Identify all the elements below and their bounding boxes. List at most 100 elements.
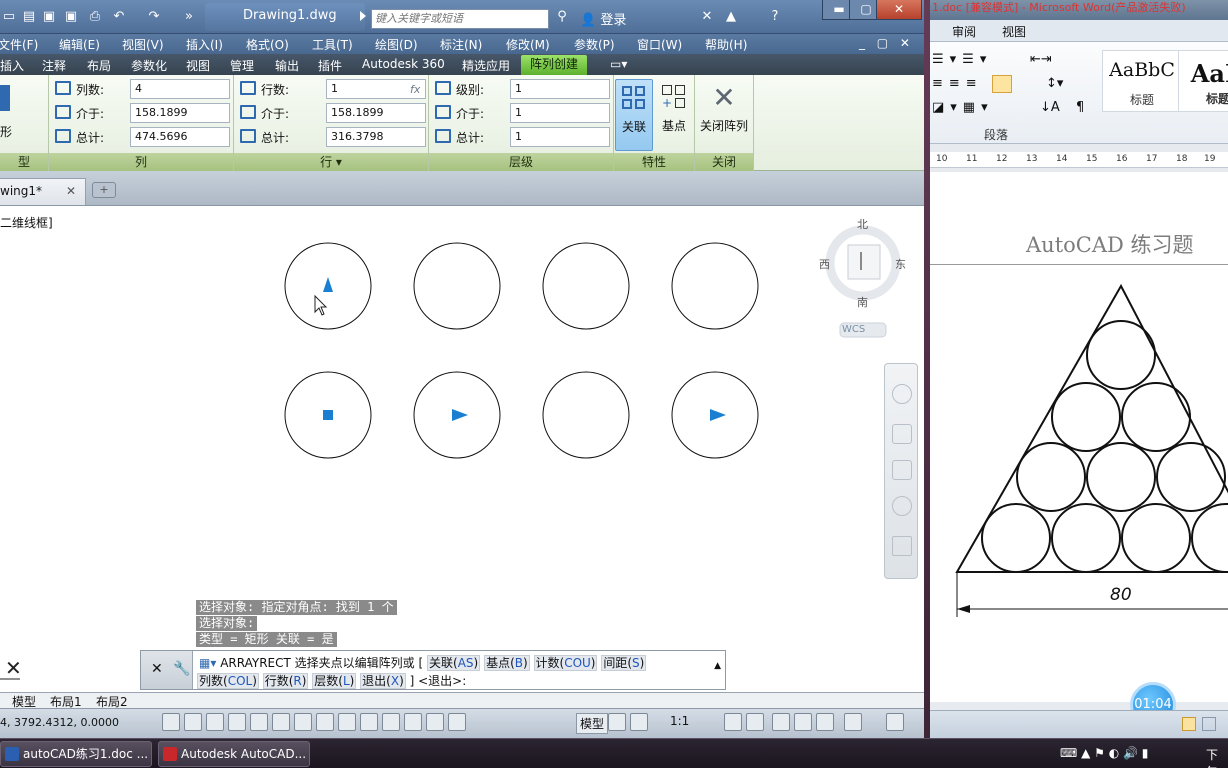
zoom-extents-icon[interactable] <box>892 460 912 480</box>
close-button[interactable]: ✕ <box>876 0 922 20</box>
horizontal-ruler[interactable]: 10 11 12 13 14 15 16 17 18 19 <box>930 152 1228 168</box>
open-icon[interactable]: ▤ <box>20 8 38 26</box>
system-tray-icons[interactable]: ⌨ ▲ ⚑ ◐ 🔊 ▮ <box>1060 746 1148 760</box>
row-grip-arrow[interactable] <box>323 277 333 292</box>
quick-properties-icon[interactable] <box>426 713 444 731</box>
model-space-toggle[interactable]: 模型 <box>576 713 609 734</box>
login-button[interactable]: 👤 登录 <box>580 9 626 28</box>
tab-manage[interactable]: 管理 <box>230 57 254 74</box>
viewcube-south[interactable]: 南 <box>857 294 868 310</box>
tab-autodesk-360[interactable]: Autodesk 360 <box>362 57 445 71</box>
viewcube-west[interactable]: 西 <box>819 256 830 272</box>
ribbon-options-icon[interactable]: ▭▾ <box>610 57 627 71</box>
annotation-scale[interactable]: 1:1 <box>670 714 689 728</box>
object-snap-tracking-icon[interactable] <box>316 713 334 731</box>
workspace-switching-icon[interactable] <box>772 713 790 731</box>
option-levels[interactable]: 层数(L) <box>312 673 357 689</box>
menu-dimension[interactable]: 标注(N) <box>440 36 482 53</box>
3d-osnap-icon[interactable] <box>294 713 312 731</box>
quick-view-drawings-icon[interactable] <box>630 713 648 731</box>
option-exit[interactable]: 退出(X) <box>360 673 406 689</box>
word-tab-review[interactable]: 审阅 <box>952 23 976 40</box>
option-count[interactable]: 计数(COU) <box>533 655 598 671</box>
close-tab-icon[interactable]: ✕ <box>66 179 76 204</box>
menu-window[interactable]: 窗口(W) <box>637 36 682 53</box>
new-tab-button[interactable]: + <box>92 182 116 198</box>
command-line[interactable]: ✕ 🔧 ▦▾ ARRAYRECT 选择夹点以编辑阵列或 [ 关联(AS) 基点(… <box>140 650 726 690</box>
rows-total-input[interactable]: 316.3798 <box>326 127 426 147</box>
sort-icon[interactable]: ↓A <box>1040 100 1060 115</box>
option-associative[interactable]: 关联(AS) <box>427 655 481 671</box>
rows-between-input[interactable]: 158.1899 <box>326 103 426 123</box>
base-grip-square[interactable] <box>323 410 333 420</box>
tab-annotate[interactable]: 注释 <box>42 57 66 74</box>
menu-file[interactable]: 文件(F) <box>0 36 38 53</box>
menu-format[interactable]: 格式(O) <box>246 36 289 53</box>
style-heading-1[interactable]: AaBbC 标题 <box>1102 50 1182 112</box>
object-snap-icon[interactable] <box>272 713 290 731</box>
print-icon[interactable]: ⎙ <box>86 8 104 26</box>
levels-count-input[interactable]: 1 <box>510 79 610 99</box>
auto-scale-icon[interactable] <box>746 713 764 731</box>
array-circle[interactable] <box>413 242 501 330</box>
viewport-style-label[interactable]: 二维线框] <box>0 214 53 231</box>
viewcube-north[interactable]: 北 <box>857 216 868 232</box>
menu-insert[interactable]: 插入(I) <box>186 36 223 53</box>
document-page[interactable]: AutoCAD 练习题 80 <box>930 172 1228 702</box>
shading-buttons[interactable]: ◪▾▦▾ <box>932 100 994 115</box>
tab-view[interactable]: 视图 <box>186 57 210 74</box>
pan-hand-icon[interactable] <box>892 424 912 444</box>
levels-total-input[interactable]: 1 <box>510 127 610 147</box>
panel-rows-title[interactable]: 行 ▾ <box>234 153 428 171</box>
binoculars-icon[interactable]: ⚲ <box>553 8 571 26</box>
tab-layout[interactable]: 布局 <box>87 57 111 74</box>
annotation-visibility-icon[interactable] <box>724 713 742 731</box>
line-spacing-icon[interactable]: ↕▾ <box>1046 76 1063 91</box>
menu-edit[interactable]: 编辑(E) <box>59 36 100 53</box>
new-icon[interactable]: ▭ <box>0 8 18 26</box>
save-as-icon[interactable]: ▣ <box>62 8 80 26</box>
clock[interactable]: 下午 <box>1206 746 1228 768</box>
full-screen-reading-icon[interactable] <box>1202 717 1216 731</box>
hardware-acceleration-icon[interactable] <box>816 713 834 731</box>
indent-buttons[interactable]: ⇤⇥ <box>1030 52 1052 67</box>
columns-between-input[interactable]: 158.1899 <box>130 103 230 123</box>
drawing-canvas[interactable] <box>0 206 924 692</box>
snap-mode-icon[interactable] <box>184 713 202 731</box>
menu-tools[interactable]: 工具(T) <box>312 36 353 53</box>
columns-total-input[interactable]: 474.5696 <box>130 127 230 147</box>
array-circle[interactable] <box>542 242 630 330</box>
menu-modify[interactable]: 修改(M) <box>506 36 550 53</box>
lock-ui-icon[interactable] <box>794 713 812 731</box>
orbit-icon[interactable] <box>892 496 912 516</box>
viewcube-top-face[interactable] <box>847 244 881 280</box>
list-buttons[interactable]: ☰▾☰▾ <box>932 52 992 67</box>
showmotion-icon[interactable] <box>892 536 912 556</box>
option-rows[interactable]: 行数(R) <box>262 673 309 689</box>
isolate-objects-icon[interactable] <box>844 713 862 731</box>
customize-wrench-icon[interactable]: 🔧 <box>173 661 190 677</box>
transparency-icon[interactable] <box>404 713 422 731</box>
exchange-icon[interactable]: ✕ <box>698 8 716 26</box>
option-spacing[interactable]: 间距(S) <box>601 655 647 671</box>
formula-icon[interactable]: fx <box>410 83 420 96</box>
dynamic-ucs-icon[interactable] <box>338 713 356 731</box>
option-columns[interactable]: 列数(COL) <box>197 673 259 689</box>
tab-insert[interactable]: 插入 <box>0 57 24 74</box>
justify-active-icon[interactable] <box>992 75 1012 93</box>
polar-tracking-icon[interactable] <box>250 713 268 731</box>
save-icon[interactable]: ▣ <box>40 8 58 26</box>
close-command-line-icon[interactable]: ✕ <box>151 661 163 677</box>
paragraph-mark-icon[interactable]: ¶ <box>1076 100 1084 115</box>
a360-icon[interactable]: ▲ <box>722 8 740 26</box>
infer-constraints-icon[interactable] <box>162 713 180 731</box>
tab-featured-apps[interactable]: 精选应用 <box>462 57 510 74</box>
mdi-window-controls[interactable]: _ ▢ ✕ <box>859 36 914 50</box>
viewcube-east[interactable]: 东 <box>895 256 906 272</box>
undo-icon[interactable]: ↶ <box>110 8 128 26</box>
menu-draw[interactable]: 绘图(D) <box>375 36 418 53</box>
tab-output[interactable]: 输出 <box>275 57 299 74</box>
word-tab-view[interactable]: 视图 <box>1002 23 1026 40</box>
print-layout-icon[interactable] <box>1182 717 1196 731</box>
drawing-area[interactable]: 二维线框] 北 南 西 东 WCS 选择对象: 指定对角点: 找到 1 个 选择… <box>0 206 924 692</box>
